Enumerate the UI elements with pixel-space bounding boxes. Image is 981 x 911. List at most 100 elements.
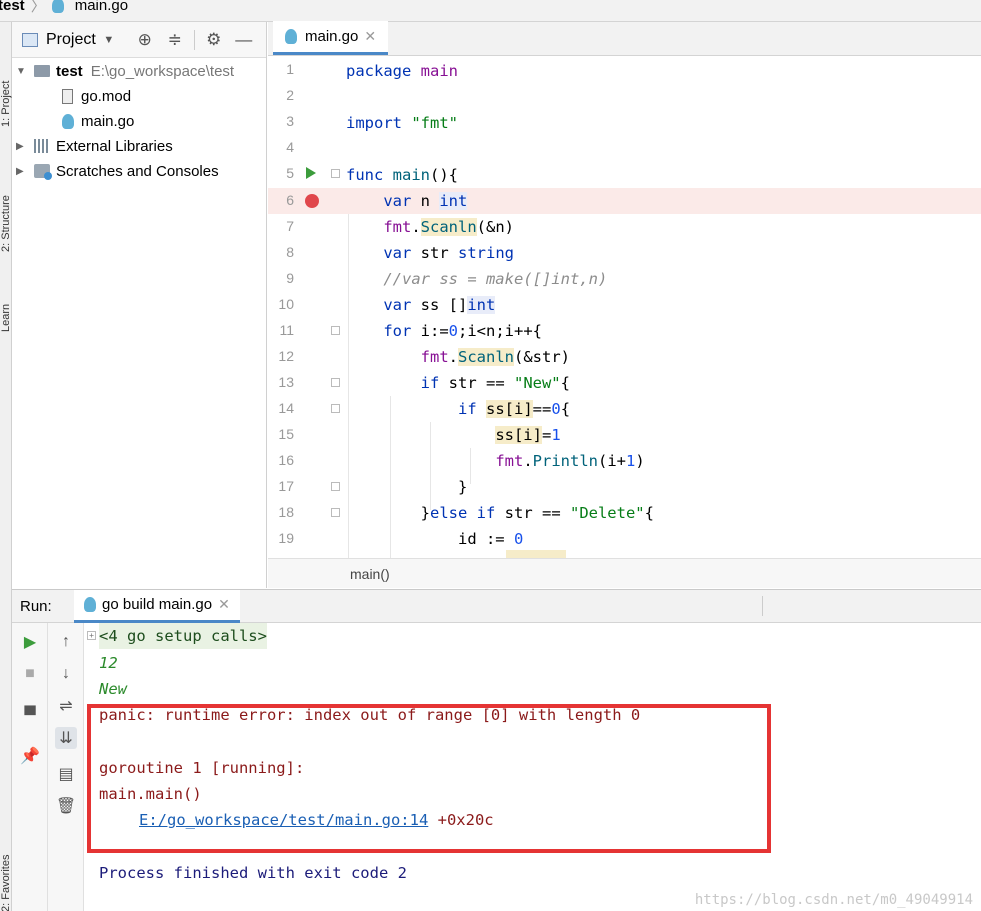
line-number: 14 — [278, 400, 294, 416]
locate-icon[interactable]: ⊕ — [134, 29, 156, 51]
chevron-down-icon[interactable]: ▼ — [16, 66, 28, 77]
layout-icon[interactable]: ▀ — [19, 705, 41, 727]
header-divider — [762, 596, 763, 616]
arrow-down-icon[interactable]: ↓ — [55, 663, 77, 685]
tree-item-go-mod[interactable]: go.mod — [62, 84, 131, 108]
code-line-12: fmt.Scanln(&str) — [420, 348, 570, 366]
gear-icon[interactable]: ⚙ — [203, 29, 225, 51]
line-number: 8 — [286, 244, 294, 260]
breakpoint-icon[interactable] — [305, 194, 319, 208]
close-icon[interactable]: ✕ — [364, 28, 376, 45]
chevron-down-icon[interactable]: ▼ — [98, 29, 120, 51]
project-panel: Project ▼ ⊕ ≑ ⚙ — ▼ test E:\go_workspace… — [12, 22, 267, 588]
project-view-selector[interactable]: Project — [46, 31, 96, 49]
breadcrumb-file[interactable]: main.go — [51, 0, 128, 14]
tab-learn-vertical[interactable]: Learn — [0, 262, 12, 332]
go-file-icon — [285, 29, 297, 44]
print-icon[interactable]: ▤ — [55, 763, 77, 785]
code-line-9: //var ss = make([]int,n) — [383, 270, 608, 288]
rerun-icon[interactable]: ▶ — [19, 631, 41, 653]
line-number: 9 — [286, 270, 294, 286]
library-icon — [34, 139, 50, 153]
partial-highlight — [506, 550, 566, 558]
go-file-icon — [51, 0, 64, 13]
folder-icon — [34, 65, 50, 77]
tab-main-go[interactable]: main.go ✕ — [273, 21, 389, 55]
code-line-10: var ss []int — [383, 296, 496, 314]
breadcrumb: test 〉 main.go — [0, 0, 981, 22]
soft-wrap-icon[interactable]: ⇌ — [55, 695, 77, 717]
console-input-line: 12 — [99, 654, 118, 672]
code-line-19: id := 0 — [346, 530, 524, 548]
chevron-right-icon: 〉 — [30, 0, 46, 15]
trash-icon[interactable]: 🗑 — [55, 795, 77, 817]
toolbar-divider — [193, 29, 195, 50]
tree-item-label: External Libraries — [56, 137, 173, 155]
left-tool-strip: 1: Project 2: Structure Learn 2: Favorit… — [0, 22, 12, 911]
code-line-11: for i:=0;i<n;i++{ — [383, 322, 542, 340]
tab-label: main.go — [305, 28, 359, 45]
line-number: 6 — [286, 192, 294, 208]
scroll-to-end-icon[interactable]: ⇊ — [55, 727, 77, 749]
line-number: 3 — [286, 113, 294, 129]
run-toolbar-secondary: ↑ ↓ ⇌ ⇊ ▤ 🗑 — [48, 623, 84, 911]
line-number: 2 — [286, 87, 294, 103]
line-number: 5 — [286, 165, 294, 181]
tab-structure-vertical[interactable]: 2: Structure — [0, 142, 12, 252]
tree-item-test[interactable]: ▼ test E:\go_workspace\test — [16, 59, 234, 83]
breadcrumb-project[interactable]: test — [0, 0, 25, 14]
code-line-5: func main(){ — [346, 166, 458, 184]
code-line-17: } — [346, 478, 468, 496]
tree-item-scratches[interactable]: ▶ Scratches and Consoles — [16, 159, 219, 183]
run-tab-label: go build main.go — [102, 596, 213, 613]
arrow-up-icon[interactable]: ↑ — [55, 631, 77, 653]
code-line-8: var str string — [383, 244, 514, 262]
code-line-6: var n int — [383, 192, 468, 210]
go-run-icon — [84, 597, 96, 612]
collapse-all-icon[interactable]: ≑ — [164, 29, 186, 51]
expand-icon[interactable]: + — [87, 631, 96, 640]
tree-item-path: E:\go_workspace\test — [90, 62, 235, 80]
code-line-7: fmt.Scanln(&n) — [383, 218, 514, 236]
line-number: 7 — [286, 218, 294, 234]
line-number: 19 — [278, 530, 294, 546]
close-icon[interactable]: ✕ — [218, 596, 230, 613]
tree-item-label: Scratches and Consoles — [56, 162, 219, 180]
go-file-icon — [62, 113, 74, 129]
tree-item-main-go[interactable]: main.go — [62, 109, 134, 133]
console-setup-calls[interactable]: <4 go setup calls> — [99, 623, 267, 649]
line-number: 11 — [279, 322, 294, 338]
tab-project-vertical[interactable]: 1: Project — [0, 32, 12, 127]
watermark: https://blog.csdn.net/m0_49049914 — [694, 892, 973, 908]
run-gutter-icon[interactable] — [306, 167, 316, 179]
tab-favorites-vertical[interactable]: 2: Favorites — [0, 812, 12, 911]
tree-item-label: main.go — [81, 112, 135, 130]
code-line-13: if str == "New"{ — [420, 374, 570, 392]
editor-breadcrumb[interactable]: main() — [268, 558, 981, 588]
line-number: 17 — [278, 478, 294, 494]
code-line-16: fmt.Println(i+1) — [495, 452, 645, 470]
chevron-right-icon[interactable]: ▶ — [16, 141, 28, 152]
stop-icon[interactable]: ■ — [19, 663, 41, 685]
minimize-icon[interactable]: — — [233, 29, 255, 51]
tree-item-label: go.mod — [81, 87, 132, 105]
project-view-icon — [22, 32, 38, 47]
chevron-right-icon[interactable]: ▶ — [16, 166, 28, 177]
mod-file-icon — [62, 88, 73, 104]
tree-item-external-libraries[interactable]: ▶ External Libraries — [16, 134, 173, 158]
code-line-3: import "fmt" — [346, 114, 459, 132]
line-number: 16 — [278, 452, 294, 468]
code-area[interactable]: package main import "fmt" func main(){ v… — [338, 56, 981, 558]
project-toolbar: Project ▼ ⊕ ≑ ⚙ — — [12, 22, 266, 58]
line-number: 13 — [278, 374, 294, 390]
code-line-1: package main — [346, 62, 458, 80]
line-number: 4 — [286, 139, 294, 155]
editor-tab-bar: main.go ✕ — [268, 21, 981, 56]
line-number: 15 — [278, 426, 294, 442]
line-number: 18 — [278, 504, 294, 520]
pin-icon[interactable]: 📌 — [19, 745, 41, 767]
line-number: 1 — [286, 61, 294, 77]
editor-gutter[interactable]: 1 2 3 4 5 6 7 8 9 10 11 12 13 14 15 16 1… — [268, 56, 340, 558]
tab-run-config[interactable]: go build main.go ✕ — [74, 589, 240, 623]
console-exit-line: Process finished with exit code 2 — [99, 864, 407, 882]
